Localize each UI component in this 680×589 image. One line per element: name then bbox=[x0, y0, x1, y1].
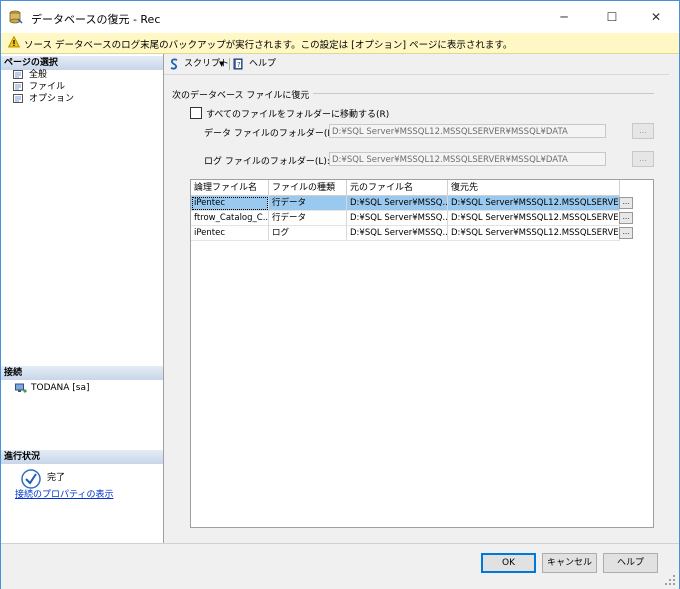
toolbar-separator bbox=[229, 58, 230, 70]
warning-banner: ソース データベースのログ末尾のバックアップが実行されます。この設定は [オプシ… bbox=[1, 33, 679, 54]
page-general[interactable]: 全般 bbox=[13, 69, 47, 81]
cell-restore-as[interactable]: D:¥SQL Server¥MSSQL12.MSSQLSERVE... bbox=[448, 226, 620, 241]
warning-text: ソース データベースのログ末尾のバックアップが実行されます。この設定は [オプシ… bbox=[24, 40, 513, 51]
toolbar: スクリプト ▼ ? ヘルプ bbox=[164, 54, 669, 75]
minimize-button[interactable]: ─ bbox=[541, 1, 587, 33]
page-options[interactable]: オプション bbox=[13, 93, 74, 105]
close-button[interactable]: ✕ bbox=[633, 1, 679, 33]
database-restore-icon bbox=[9, 10, 23, 24]
cell-original-file[interactable]: D:¥SQL Server¥MSSQ... bbox=[347, 196, 448, 211]
svg-text:?: ? bbox=[237, 61, 241, 69]
column-header-original-file[interactable]: 元のファイル名 bbox=[347, 180, 448, 196]
cell-logical-name[interactable]: iPentec bbox=[191, 196, 269, 211]
page-icon bbox=[13, 70, 23, 79]
move-all-files-checkbox[interactable] bbox=[190, 107, 202, 119]
cell-file-type[interactable]: 行データ bbox=[269, 211, 347, 226]
restore-database-window: データベースの復元 - Rec ─ ☐ ✕ ソース データベースのログ末尾のバッ… bbox=[0, 0, 680, 589]
cell-restore-as[interactable]: D:¥SQL Server¥MSSQL12.MSSQLSERVE... bbox=[448, 211, 620, 226]
log-folder-label: ログ ファイルのフォルダー(L): bbox=[204, 157, 330, 167]
connection-item: TODANA [sa] bbox=[15, 382, 90, 394]
page-files-label: ファイル bbox=[29, 82, 66, 92]
move-all-files-label: すべてのファイルをフォルダーに移動する(R) bbox=[206, 110, 390, 120]
script-icon bbox=[170, 58, 178, 70]
server-connection-icon bbox=[15, 383, 27, 393]
connection-header: 接続 bbox=[1, 366, 163, 380]
progress-header: 進行状況 bbox=[1, 450, 163, 464]
cell-restore-as[interactable]: D:¥SQL Server¥MSSQL12.MSSQLSERVE... bbox=[448, 196, 620, 211]
help-button[interactable]: ? ヘルプ bbox=[233, 57, 276, 71]
warning-icon bbox=[8, 36, 20, 48]
data-folder-label: データ ファイルのフォルダー(D): bbox=[204, 129, 341, 139]
maximize-button[interactable]: ☐ bbox=[589, 1, 635, 33]
cell-original-file[interactable]: D:¥SQL Server¥MSSQ... bbox=[347, 226, 448, 241]
help-book-icon: ? bbox=[233, 58, 243, 70]
restore-as-browse-button[interactable]: ... bbox=[619, 227, 633, 239]
page-icon bbox=[13, 94, 23, 103]
page-general-label: 全般 bbox=[29, 70, 48, 80]
title-bar: データベースの復元 - Rec ─ ☐ ✕ bbox=[1, 1, 679, 33]
help-label: ヘルプ bbox=[249, 59, 277, 69]
resize-grip-icon[interactable] bbox=[665, 575, 675, 585]
cell-original-file[interactable]: D:¥SQL Server¥MSSQ... bbox=[347, 211, 448, 226]
completed-check-icon bbox=[21, 469, 41, 489]
left-panel: ページの選択 全般 ファイル オプション 接続 TODANA [sa] 接続のプ… bbox=[1, 54, 164, 543]
ok-button[interactable]: OK bbox=[481, 553, 536, 573]
progress-status: 完了 bbox=[47, 473, 66, 483]
page-select-header: ページの選択 bbox=[1, 56, 163, 70]
page-options-label: オプション bbox=[29, 94, 75, 104]
log-folder-field[interactable]: D:¥SQL Server¥MSSQL12.MSSQLSERVER¥MSSQL¥… bbox=[329, 152, 606, 166]
column-header-file-type[interactable]: ファイルの種類 bbox=[269, 180, 347, 196]
connection-name: TODANA [sa] bbox=[31, 383, 90, 393]
restore-files-grid: 論理ファイル名 ファイルの種類 元のファイル名 復元先 iPentec 行データ… bbox=[190, 179, 654, 528]
log-folder-browse-button[interactable]: ... bbox=[632, 151, 654, 167]
cell-file-type[interactable]: 行データ bbox=[269, 196, 347, 211]
window-title: データベースの復元 - Rec bbox=[31, 13, 161, 26]
cancel-button[interactable]: キャンセル bbox=[542, 553, 597, 573]
page-files[interactable]: ファイル bbox=[13, 81, 65, 93]
help-dialog-button[interactable]: ヘルプ bbox=[603, 553, 658, 573]
cell-file-type[interactable]: ログ bbox=[269, 226, 347, 241]
main-panel: スクリプト ▼ ? ヘルプ 次のデータベース ファイルに復元 すべてのファイルを… bbox=[164, 54, 669, 543]
restore-as-browse-button[interactable]: ... bbox=[619, 197, 633, 209]
data-folder-field[interactable]: D:¥SQL Server¥MSSQL12.MSSQLSERVER¥MSSQL¥… bbox=[329, 124, 606, 138]
page-icon bbox=[13, 82, 23, 91]
data-folder-browse-button[interactable]: ... bbox=[632, 123, 654, 139]
restore-as-browse-button[interactable]: ... bbox=[619, 212, 633, 224]
cell-logical-name[interactable]: ftrow_Catalog_C... bbox=[191, 211, 269, 226]
restore-files-group-label: 次のデータベース ファイルに復元 bbox=[172, 88, 314, 101]
cell-logical-name[interactable]: iPentec bbox=[191, 226, 269, 241]
script-dropdown-arrow-icon[interactable]: ▼ bbox=[219, 60, 224, 68]
column-header-restore-as[interactable]: 復元先 bbox=[448, 180, 620, 196]
dialog-button-bar: OK キャンセル ヘルプ bbox=[1, 543, 679, 589]
column-header-logical-name[interactable]: 論理ファイル名 bbox=[191, 180, 269, 196]
